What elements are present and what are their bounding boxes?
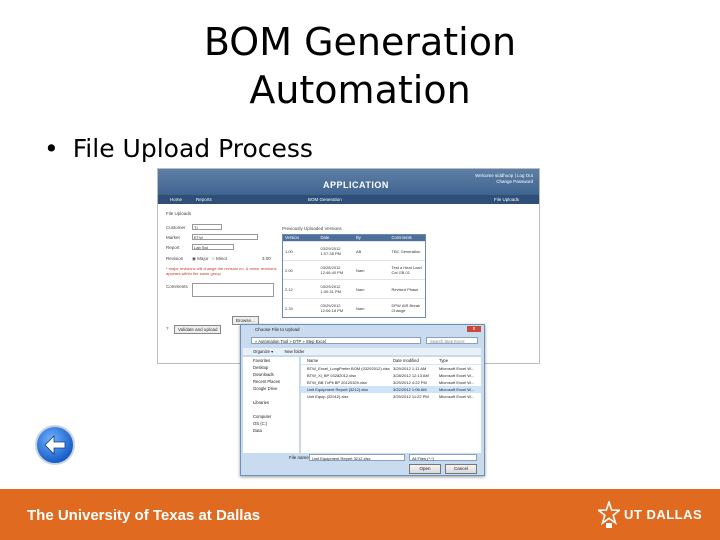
university-name: The University of Texas at Dallas — [27, 507, 261, 524]
section-title: File Uploads — [166, 211, 192, 216]
utd-logo: UT DALLAS — [598, 501, 702, 529]
nav-item-desktop[interactable]: Desktop — [243, 364, 299, 371]
revision-value: 3.00 — [262, 256, 271, 261]
previous-table-header: Version Date By Comments — [283, 235, 425, 241]
back-button[interactable] — [35, 425, 75, 465]
logo-text: UT DALLAS — [624, 507, 702, 522]
bullet-dot: • — [44, 134, 59, 163]
file-row[interactable]: Unit Equip (32912).xlsx 3/29/2012 11:22 … — [301, 393, 481, 400]
search-input[interactable]: Search Step Excel — [426, 337, 478, 344]
nav-item-computer[interactable]: Computer — [243, 413, 299, 420]
customer-label: Customer — [166, 225, 186, 230]
table-row[interactable]: 2.33 03/29/2012 12:06:18 PM Nam DPW AIR … — [283, 298, 425, 317]
nav-item-downloads[interactable]: Downloads — [243, 371, 299, 378]
navigation-pane: Favorites Desktop Downloads Recent Place… — [243, 357, 300, 453]
logo-word: DALLAS — [646, 507, 703, 522]
welcome-text: Welcome siddhuop | Log Out Change Passwo… — [475, 173, 533, 185]
market-select[interactable]: ETW — [192, 234, 258, 240]
star-icon — [598, 501, 620, 528]
report-select[interactable]: Lab Std — [192, 244, 234, 250]
file-list-header: Name Date modified Type — [301, 357, 481, 365]
file-row-selected[interactable]: Unit Equipment Report (3212).xlsx 3/22/2… — [301, 386, 481, 393]
app-nav: Home Reports BOM Generation File Uploads — [158, 195, 539, 204]
open-button[interactable]: Open — [409, 464, 441, 474]
nav-item-favorites[interactable]: Favorites — [243, 357, 299, 364]
left-arrow-icon — [44, 435, 66, 455]
table-row[interactable]: 1.00 03/29/2012 1:07:38 PM AB TBC Genera… — [283, 241, 425, 260]
col-by: By — [356, 235, 361, 240]
nav-item-os-c[interactable]: OS (C:) — [243, 420, 299, 427]
dialog-toolbar: Organize ▾ New folder — [243, 348, 481, 355]
help-icon: ? — [166, 326, 169, 331]
close-icon[interactable]: x — [467, 326, 481, 332]
col-date: Date — [320, 235, 330, 240]
col-version: Version — [285, 235, 299, 240]
validate-upload-button[interactable]: Validate and upload — [174, 325, 222, 334]
app-header: APPLICATION Welcome siddhuop | Log Out C… — [158, 169, 539, 195]
title-line-1: BOM Generation — [203, 20, 517, 64]
comments-textarea[interactable] — [192, 283, 274, 297]
col-name[interactable]: Name — [301, 357, 393, 364]
col-comments: Comments — [391, 235, 412, 240]
logo-initials: UT — [624, 507, 643, 522]
dialog-titlebar[interactable]: Choose File to Upload x — [241, 325, 484, 334]
nav-item-recent-places[interactable]: Recent Places — [243, 378, 299, 385]
file-upload-dialog: Choose File to Upload x « Automation Too… — [240, 324, 485, 476]
nav-home[interactable]: Home — [170, 197, 182, 202]
footer: The University of Texas at Dallas UT DAL… — [0, 489, 720, 540]
bullet-text: File Upload Process — [72, 134, 313, 163]
file-row[interactable]: BTW_Excel_LongPrefer BOM (03292012).xlsx… — [301, 365, 481, 372]
report-label: Report — [166, 245, 180, 250]
nav-reports[interactable]: Reports — [196, 197, 212, 202]
cancel-button[interactable]: Cancel — [445, 464, 477, 474]
bullet-item: • File Upload Process — [44, 134, 313, 163]
nav-file-uploads[interactable]: File Uploads — [494, 197, 519, 202]
revision-label: Revision — [166, 256, 184, 261]
filename-label: File name: — [289, 455, 311, 460]
revision-note: * major revisions will change the revisi… — [166, 266, 277, 276]
previous-versions-table: Version Date By Comments 1.00 03/29/2012… — [282, 234, 426, 318]
previous-title: Previously Uploaded Versions — [282, 226, 342, 231]
col-date-modified[interactable]: Date modified — [393, 357, 439, 364]
revision-minor-radio[interactable]: ○ Minor — [212, 256, 227, 261]
nav-item-google-drive[interactable]: Google Drive — [243, 385, 299, 392]
col-type[interactable]: Type — [439, 357, 481, 364]
new-folder-button[interactable]: New folder — [284, 349, 304, 354]
nav-item-libraries[interactable]: Libraries — [243, 399, 299, 406]
customer-select[interactable]: TI — [192, 224, 222, 230]
file-row[interactable]: BTW_Xl_BP 03282012.xlsx 3/28/2012 12:13 … — [301, 372, 481, 379]
revision-major-radio[interactable]: ◉ Major — [192, 256, 208, 262]
market-label: Market — [166, 235, 180, 240]
table-row[interactable]: 2.00 03/28/2012 12:46:40 PM Nam Test a H… — [283, 260, 425, 279]
comments-label: Comments — [166, 284, 188, 289]
change-password-link[interactable]: Change Password — [475, 179, 533, 185]
filename-input[interactable]: Unit Equipment Report 3212.xlsx — [309, 454, 405, 461]
address-bar[interactable]: « Automation Tool » DTP » Step Excel — [251, 337, 421, 344]
organize-button[interactable]: Organize ▾ — [253, 349, 273, 354]
file-row[interactable]: BTW_BB TxPit BP 20120329.xlsx 3/29/2012 … — [301, 379, 481, 386]
file-list: Name Date modified Type BTW_Excel_LongPr… — [301, 357, 481, 453]
title-line-2: Automation — [249, 68, 471, 112]
slide-title: BOM Generation Automation — [0, 18, 720, 114]
table-row[interactable]: 2.12 03/29/2012 1:00:31 PM Nam Revised P… — [283, 279, 425, 298]
nav-item-data[interactable]: Data — [243, 427, 299, 434]
nav-bom-generation[interactable]: BOM Generation — [308, 197, 342, 202]
filetype-select[interactable]: All Files (*.*) — [409, 454, 477, 461]
dialog-title: Choose File to Upload — [255, 327, 300, 332]
app-title: APPLICATION — [323, 180, 389, 190]
